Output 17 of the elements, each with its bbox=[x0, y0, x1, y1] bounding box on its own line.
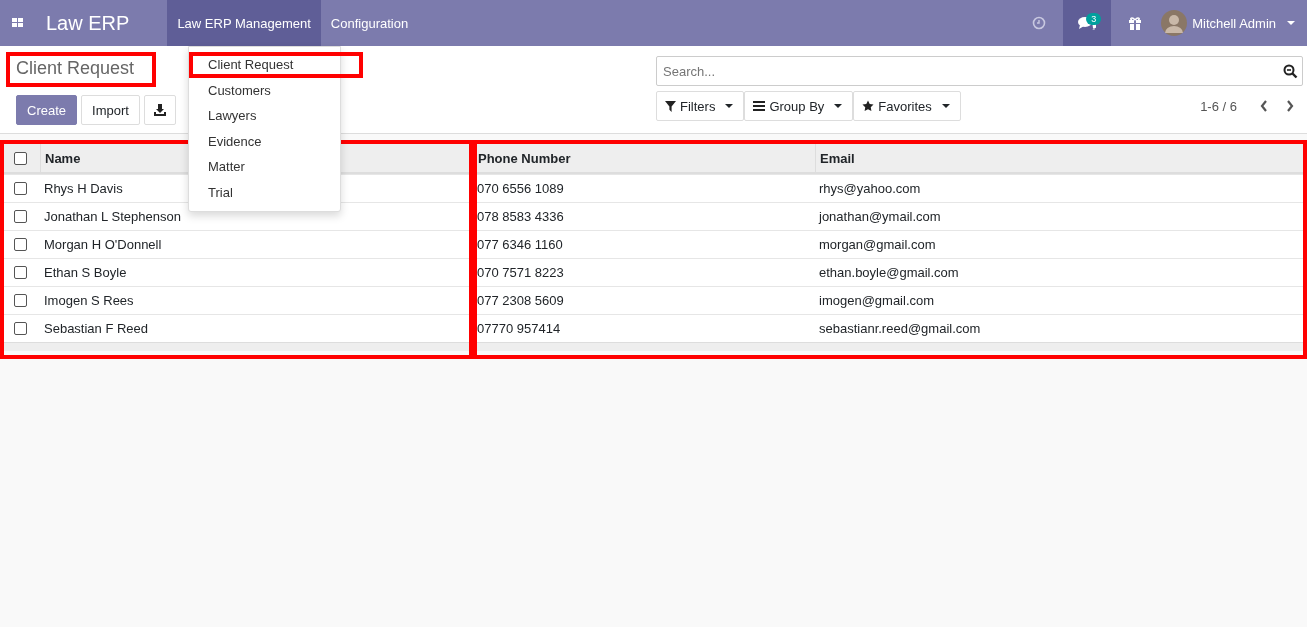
table-cell: Imogen S Rees bbox=[40, 286, 473, 314]
message-count-badge: 3 bbox=[1086, 13, 1102, 25]
table-cell: 078 8583 4336 bbox=[473, 202, 815, 230]
table-cell: ethan.boyle@gmail.com bbox=[815, 258, 1307, 286]
app-title: Law ERP bbox=[45, 11, 130, 35]
table-cell: jonathan@ymail.com bbox=[815, 202, 1307, 230]
table-cell: Morgan H O'Donnell bbox=[40, 230, 473, 258]
table-cell: 077 6346 1160 bbox=[473, 230, 815, 258]
page-title: Client Request bbox=[6, 52, 157, 87]
pager-counter: 1-6 / 6 bbox=[1200, 98, 1237, 114]
table-cell: Ethan S Boyle bbox=[40, 258, 473, 286]
table-cell: 077 2308 5609 bbox=[473, 286, 815, 314]
table-cell: morgan@gmail.com bbox=[815, 230, 1307, 258]
table-cell: 070 6556 1089 bbox=[473, 174, 815, 202]
table-cell: imogen@gmail.com bbox=[815, 286, 1307, 314]
table-cell: rhys@yahoo.com bbox=[815, 174, 1307, 202]
table-cell: 070 7571 8223 bbox=[473, 258, 815, 286]
